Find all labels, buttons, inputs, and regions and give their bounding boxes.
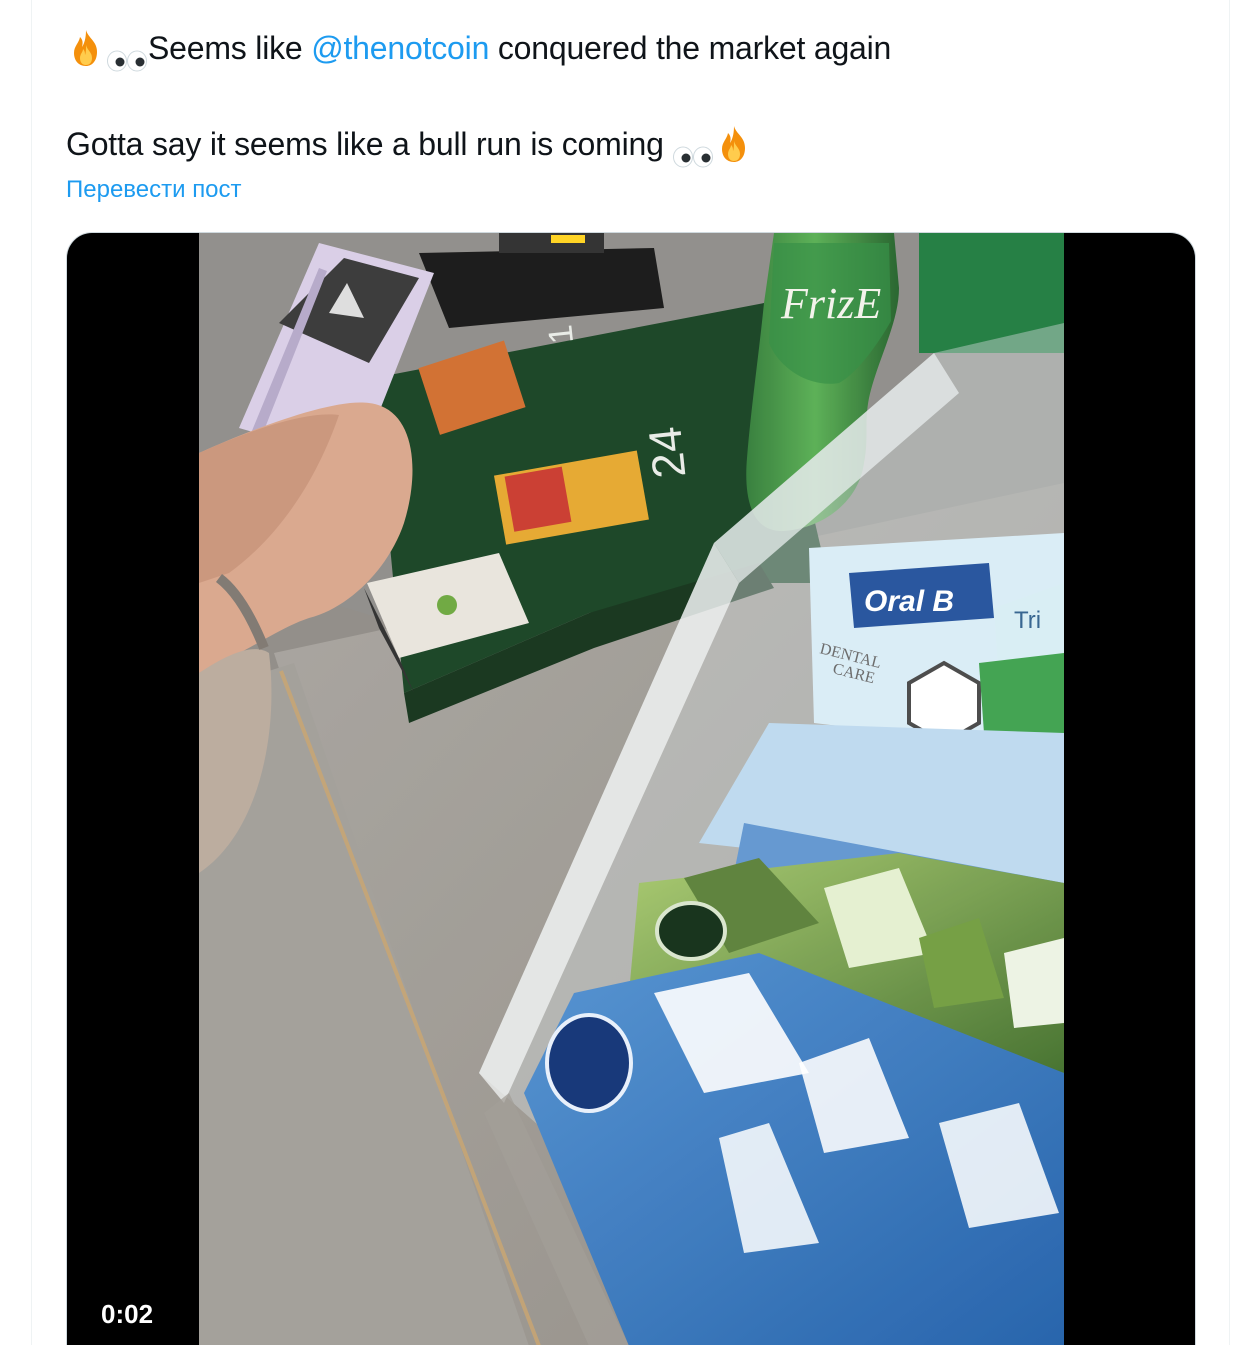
tweet-text-segment: conquered the market again: [489, 30, 892, 66]
card-left-border: [31, 0, 32, 1345]
tweet-text: Seems like @thenotcoin conquered the mar…: [66, 24, 1196, 168]
card-right-border: [1229, 0, 1230, 1345]
video-player[interactable]: 24 1 FrizE Oral B Tri DENTAL CARE 0:02: [66, 232, 1196, 1345]
video-frame[interactable]: 24 1 FrizE Oral B Tri DENTAL CARE: [199, 233, 1064, 1345]
fire-icon: [66, 28, 106, 68]
tweet-text-line-2: Gotta say it seems like a bull run is co…: [66, 120, 1196, 168]
eyes-icon: [106, 37, 148, 72]
eyes-icon: [672, 133, 714, 168]
tweet-text-segment: Seems like: [148, 30, 312, 66]
tweet-text-line-1: Seems like @thenotcoin conquered the mar…: [66, 24, 1196, 72]
translate-post-link[interactable]: Перевести пост: [66, 174, 242, 206]
mention-link[interactable]: @thenotcoin: [311, 30, 489, 66]
tweet-text-segment: Gotta say it seems like a bull run is co…: [66, 126, 673, 162]
video-timestamp: 0:02: [89, 1291, 166, 1337]
fire-icon: [714, 124, 754, 164]
video-still-image: 24 1 FrizE Oral B Tri DENTAL CARE: [199, 233, 1064, 1345]
tweet-page: Seems like @thenotcoin conquered the mar…: [0, 0, 1244, 1345]
